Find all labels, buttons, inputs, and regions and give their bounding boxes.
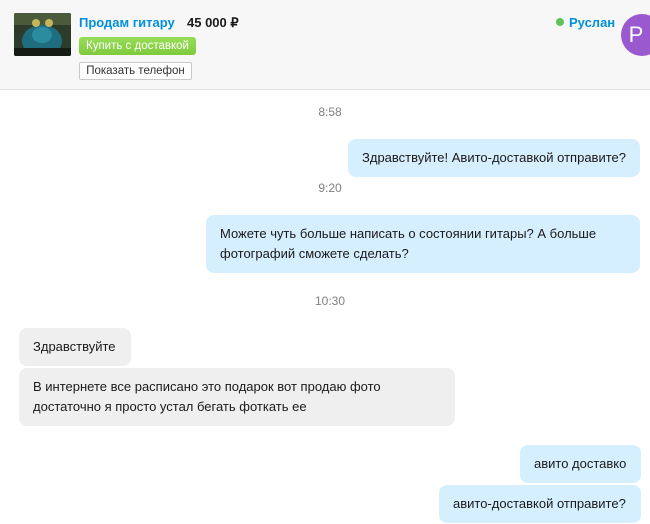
show-phone-button[interactable]: Показать телефон [79, 62, 192, 80]
outgoing-message: авито доставко [520, 445, 641, 483]
buy-with-delivery-button[interactable]: Купить с доставкой [79, 37, 196, 55]
avatar[interactable]: Р [621, 14, 650, 56]
product-price: 45 000 ₽ [187, 15, 239, 30]
user-name-link[interactable]: Руслан [569, 15, 615, 30]
outgoing-message: Здравствуйте! Авито-доставкой отправите? [348, 139, 640, 177]
message-time: 8:58 [318, 105, 342, 119]
chat-header: Продам гитару 45 000 ₽ Купить с доставко… [0, 0, 650, 90]
online-status-icon [556, 18, 564, 26]
chat-page: Продам гитару 45 000 ₽ Купить с доставко… [0, 0, 650, 524]
message-time: 9:20 [318, 181, 342, 195]
product-title-link[interactable]: Продам гитару [79, 15, 175, 30]
outgoing-message: Можете чуть больше написать о состоянии … [206, 215, 640, 273]
product-thumbnail[interactable] [14, 13, 71, 56]
incoming-message: В интернете все расписано это подарок во… [19, 368, 455, 426]
incoming-message: Здравствуйте [19, 328, 131, 366]
message-time: 10:30 [314, 294, 346, 308]
outgoing-message: авито-доставкой отправите? [439, 485, 641, 523]
